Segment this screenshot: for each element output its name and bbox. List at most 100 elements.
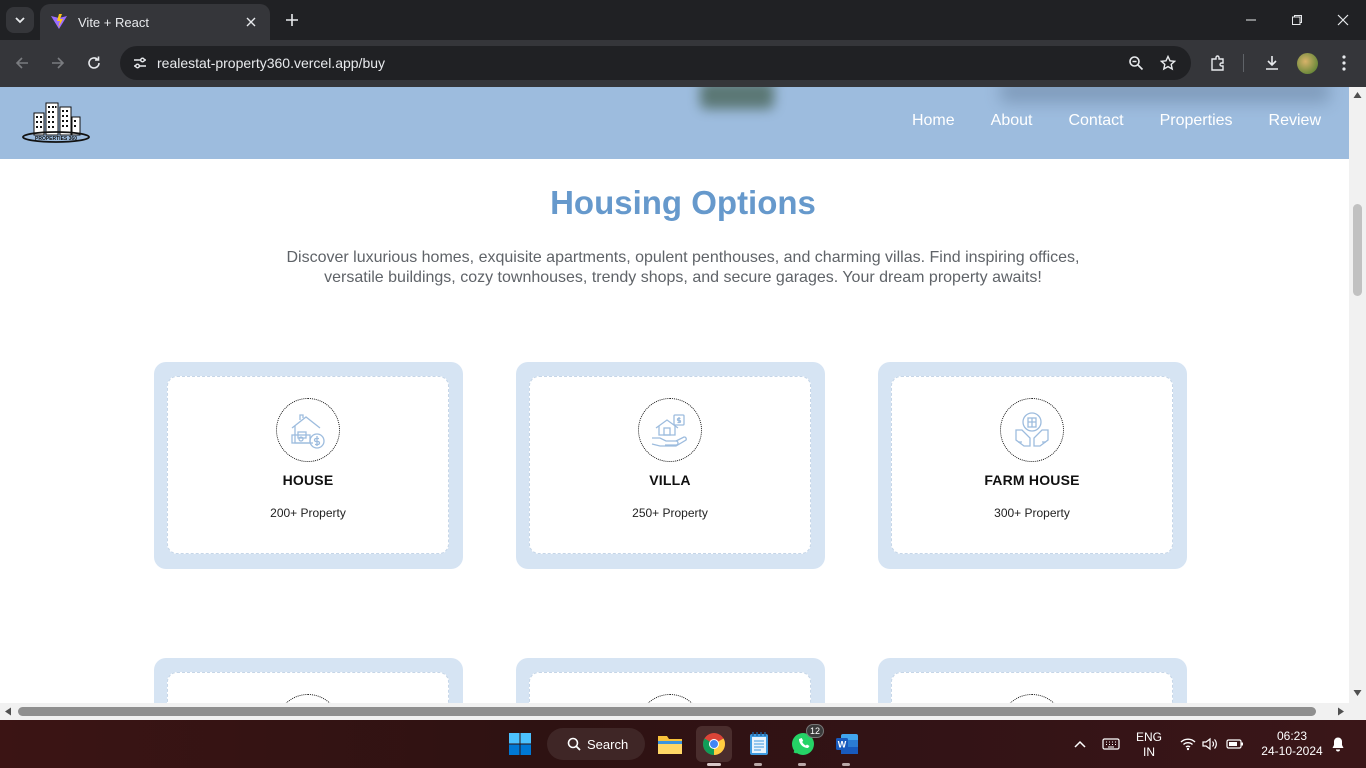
close-icon: [1337, 14, 1349, 26]
nav-properties[interactable]: Properties: [1160, 112, 1233, 130]
property-card-farm-house[interactable]: FARM HOUSE 300+ Property: [878, 362, 1187, 569]
card-icon-partial: [638, 694, 702, 703]
notepad-app[interactable]: [741, 726, 777, 766]
card-inner: [529, 672, 811, 703]
minimize-icon: [1246, 19, 1256, 21]
horizontal-scrollbar[interactable]: [0, 703, 1366, 720]
downloads-button[interactable]: [1260, 51, 1284, 75]
browser-tab-active[interactable]: Vite + React: [40, 4, 270, 40]
show-hidden-icons[interactable]: [1070, 734, 1090, 754]
property-card-partial[interactable]: [878, 658, 1187, 703]
back-button[interactable]: [10, 51, 34, 75]
clock[interactable]: 06:23 24-10-2024: [1254, 729, 1330, 759]
window-minimize-button[interactable]: [1239, 8, 1263, 32]
scroll-up-arrow-icon[interactable]: [1353, 91, 1362, 99]
vertical-scrollbar[interactable]: [1349, 87, 1366, 703]
restore-icon: [1292, 15, 1302, 25]
extensions-button[interactable]: [1206, 51, 1230, 75]
windows-taskbar: Search 12 W ENG IN 06:23 24-10-2024: [0, 720, 1366, 768]
property-card-partial[interactable]: [154, 658, 463, 703]
battery-icon[interactable]: [1225, 734, 1245, 754]
villa-hand-icon: [638, 398, 702, 462]
card-inner: [891, 672, 1173, 703]
zoom-icon[interactable]: [1124, 51, 1148, 75]
volume-icon[interactable]: [1200, 734, 1220, 754]
window-close-button[interactable]: [1331, 8, 1355, 32]
nav-contact[interactable]: Contact: [1068, 112, 1123, 130]
tab-title: Vite + React: [78, 14, 149, 30]
property-card-partial[interactable]: [516, 658, 825, 703]
vertical-scroll-thumb[interactable]: [1353, 204, 1362, 296]
address-bar[interactable]: realestat-property360.vercel.app/buy: [120, 46, 1191, 80]
section-title: Housing Options: [550, 184, 816, 221]
card-icon-partial: [276, 694, 340, 703]
notification-badge: 12: [806, 724, 824, 738]
card-icon-partial: [1000, 694, 1064, 703]
reload-button[interactable]: [82, 51, 106, 75]
file-explorer-app[interactable]: [652, 726, 688, 762]
lang-code: ENG: [1135, 730, 1162, 744]
nav-review[interactable]: Review: [1269, 112, 1321, 130]
url-text[interactable]: realestat-property360.vercel.app/buy: [157, 55, 385, 71]
card-inner: VILLA 250+ Property: [529, 376, 811, 554]
word-app[interactable]: W: [829, 726, 865, 766]
running-indicator: [798, 763, 806, 766]
clock-time: 06:23: [1276, 729, 1308, 743]
properties360-logo[interactable]: PROPERTIES 360: [20, 99, 92, 147]
forward-button[interactable]: [46, 51, 70, 75]
scroll-left-arrow-icon[interactable]: [4, 707, 12, 716]
card-inner: [167, 672, 449, 703]
card-title: HOUSE: [282, 472, 334, 488]
horizontal-scroll-thumb[interactable]: [18, 707, 1316, 716]
folder-icon: [658, 736, 682, 754]
card-inner: FARM HOUSE 300+ Property: [891, 376, 1173, 554]
main-nav: Home About Contact Properties Review: [912, 112, 1321, 130]
taskbar-search[interactable]: Search: [547, 728, 645, 760]
property-card-villa[interactable]: VILLA 250+ Property: [516, 362, 825, 569]
new-tab-button[interactable]: [280, 8, 304, 32]
card-title: VILLA: [649, 472, 691, 488]
site-info-icon[interactable]: [128, 51, 152, 75]
card-inner: HOUSE 200+ Property: [167, 376, 449, 554]
svg-text:W: W: [838, 740, 847, 750]
reload-icon: [88, 56, 100, 69]
wifi-icon[interactable]: [1178, 734, 1198, 754]
search-label: Search: [587, 736, 629, 752]
card-title: FARM HOUSE: [984, 472, 1080, 488]
page-viewport: PROPERTIES 360 Home About Contact Proper…: [0, 87, 1349, 703]
scroll-right-arrow-icon[interactable]: [1337, 707, 1345, 716]
chrome-icon: [703, 733, 725, 755]
browser-menu-button[interactable]: [1332, 51, 1356, 75]
running-indicator: [707, 763, 721, 766]
chrome-app[interactable]: [696, 726, 732, 766]
browser-tab-strip: Vite + React: [0, 0, 1366, 40]
site-header: PROPERTIES 360 Home About Contact Proper…: [0, 87, 1349, 159]
running-indicator: [754, 763, 762, 766]
toolbar-separator: [1243, 54, 1244, 72]
nav-home[interactable]: Home: [912, 112, 955, 130]
header-blur-decoration: [1000, 87, 1330, 103]
tab-search-button[interactable]: [6, 7, 34, 33]
tab-close-icon[interactable]: [242, 13, 260, 31]
house-money-icon: [276, 398, 340, 462]
scroll-down-arrow-icon[interactable]: [1353, 689, 1362, 697]
property-card-house[interactable]: HOUSE 200+ Property: [154, 362, 463, 569]
chevron-up-icon: [1074, 740, 1086, 748]
plus-icon: [286, 14, 298, 26]
card-count: 250+ Property: [632, 506, 708, 520]
bookmark-star-icon[interactable]: [1156, 51, 1180, 75]
input-language[interactable]: ENG IN: [1133, 730, 1165, 760]
profile-avatar[interactable]: [1297, 53, 1318, 74]
whatsapp-app[interactable]: 12: [785, 724, 824, 766]
lang-region: IN: [1143, 745, 1155, 759]
notifications-bell-icon[interactable]: [1328, 734, 1348, 754]
kebab-menu-icon: [1342, 55, 1346, 71]
start-button[interactable]: [502, 726, 538, 762]
farmhouse-hands-icon: [1000, 398, 1064, 462]
vite-logo-icon: [51, 14, 67, 29]
notepad-icon: [750, 732, 768, 755]
logo-text: PROPERTIES 360: [35, 136, 77, 142]
window-restore-button[interactable]: [1285, 8, 1309, 32]
touch-keyboard-icon[interactable]: [1101, 734, 1121, 754]
nav-about[interactable]: About: [991, 112, 1033, 130]
